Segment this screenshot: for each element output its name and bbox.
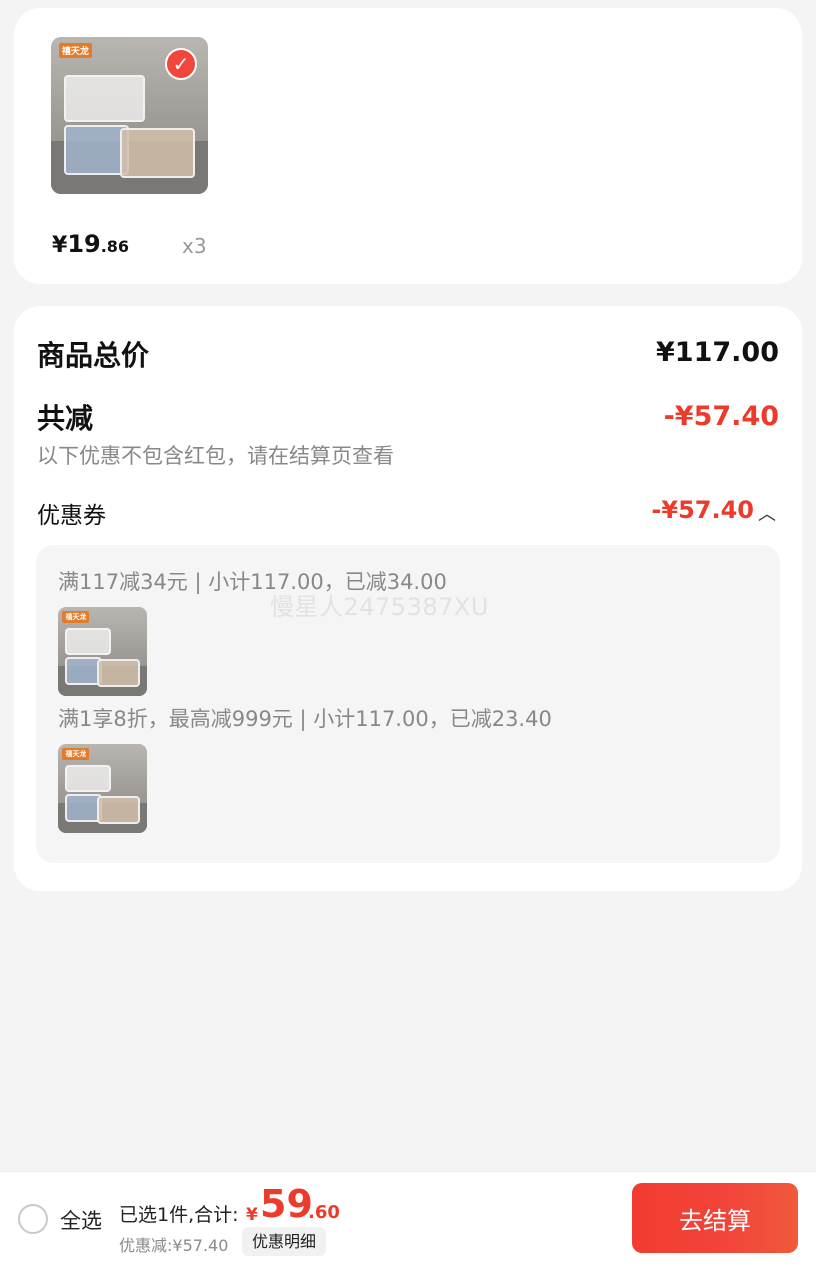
discount-summary: 优惠减:¥57.40 — [119, 1236, 229, 1255]
total-label: 商品总价 — [37, 339, 150, 372]
brand-badge: 禧天龙 — [62, 610, 90, 623]
selected-count-text: 已选1件,合计: — [119, 1204, 239, 1226]
checkout-bar: 全选 已选1件,合计: ¥ 59 .60 优惠减:¥57.40 优惠明细 去结算 — [0, 1171, 816, 1267]
price-integer: 19 — [67, 230, 101, 258]
watermark: 慢星人2475387XU — [270, 593, 489, 621]
coupon-label[interactable]: 优惠券 — [37, 496, 106, 530]
product-quantity: x3 — [182, 234, 207, 258]
total-decimal: .60 — [308, 1202, 340, 1223]
coupon-product-thumbnail[interactable]: 禧天龙 — [58, 744, 147, 833]
thumbnail-box — [120, 128, 196, 179]
total-currency: ¥ — [246, 1205, 258, 1225]
select-all-radio[interactable] — [18, 1204, 48, 1234]
total-integer: 59 — [260, 1182, 313, 1226]
product-price: ¥19.86 — [52, 230, 129, 258]
discount-note: 以下优惠不包含红包，请在结算页查看 — [37, 444, 394, 468]
total-value: ¥117.00 — [656, 337, 779, 368]
thumbnail-box — [97, 795, 140, 825]
coupon-product-thumbnail[interactable]: 禧天龙 — [58, 607, 147, 696]
brand-badge: 禧天龙 — [58, 43, 92, 59]
thumbnail-box — [65, 765, 112, 793]
coupon-value[interactable]: -¥57.40 — [651, 496, 754, 524]
coupon-rule: 满1享8折，最高减999元 | 小计117.00，已减23.40 — [58, 707, 552, 731]
reduce-label: 共减 — [37, 402, 94, 435]
discount-detail-button[interactable]: 优惠明细 — [242, 1227, 327, 1256]
reduce-value: -¥57.40 — [663, 401, 779, 432]
thumbnail-box — [97, 658, 140, 688]
checkout-button[interactable]: 去结算 — [632, 1183, 798, 1253]
brand-badge: 禧天龙 — [62, 747, 90, 760]
thumbnail-box — [65, 628, 112, 656]
price-currency: ¥ — [52, 233, 68, 258]
selected-check-icon[interactable]: ✓ — [165, 48, 197, 80]
chevron-up-icon[interactable]: ︿ — [758, 500, 776, 526]
select-all-label[interactable]: 全选 — [60, 1205, 102, 1235]
product-card: 禧天龙 ✓ ¥19.86 x3 — [14, 8, 802, 284]
price-decimal: .86 — [100, 237, 130, 256]
thumbnail-box — [63, 74, 146, 122]
